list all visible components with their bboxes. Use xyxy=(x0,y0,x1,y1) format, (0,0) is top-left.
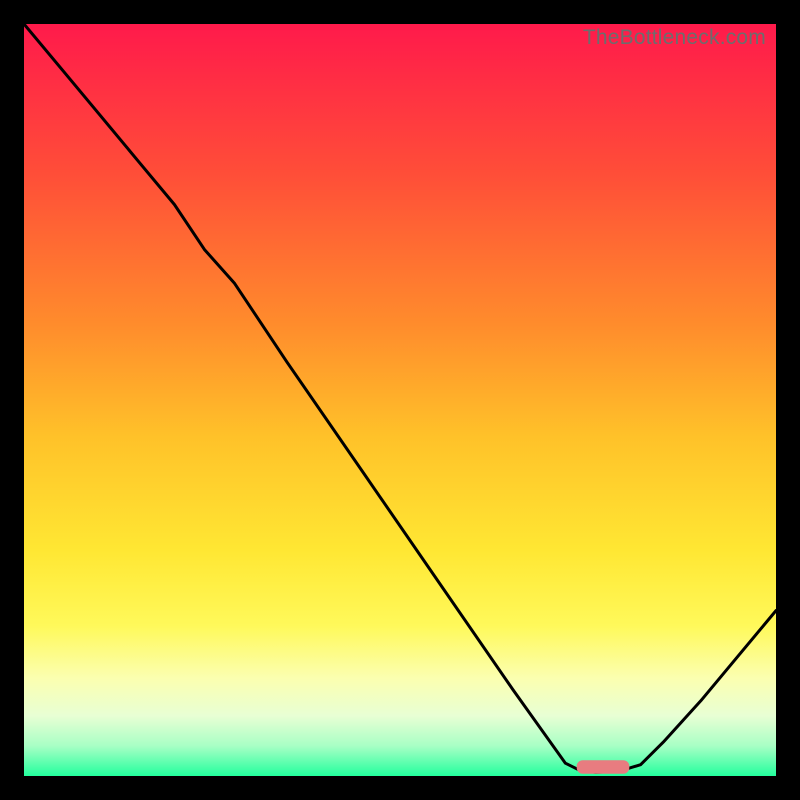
watermark-text: TheBottleneck.com xyxy=(583,26,766,50)
optimal-marker xyxy=(577,760,630,774)
plot-area: TheBottleneck.com xyxy=(24,24,776,776)
bottleneck-curve xyxy=(24,24,776,772)
chart-svg xyxy=(24,24,776,776)
chart-frame: TheBottleneck.com xyxy=(0,0,800,800)
